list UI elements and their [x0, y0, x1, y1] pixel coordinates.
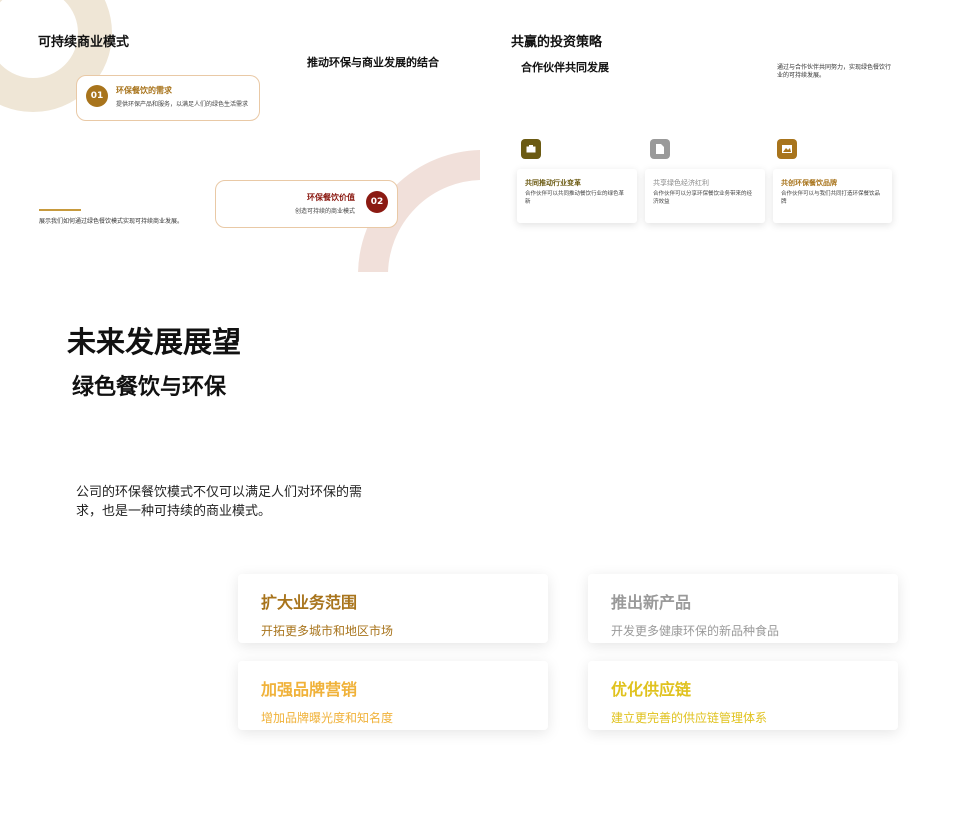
plan-card: 推出新产品 开发更多健康环保的新品种食品 [588, 574, 898, 643]
card-desc: 合作伙伴可以与我们共同打造环保餐饮品牌 [781, 191, 881, 205]
plan-card-body: 推出新产品 开发更多健康环保的新品种食品 [611, 589, 779, 639]
slide-subtitle: 推动环保与商业发展的结合 [307, 56, 439, 69]
image-icon [777, 139, 797, 159]
paragraph-line: 公司的环保餐饮模式不仅可以满足人们对环保的需 [76, 485, 363, 500]
card-title: 环保餐饮的需求 [116, 86, 172, 95]
caption: 展示我们如何通过绿色餐饮模式实现可持续商业发展。 [39, 218, 184, 225]
accent-rule [39, 209, 81, 211]
card-title: 共享绿色经济红利 [653, 179, 709, 187]
partner-card: 共同推动行业变革 合作伙伴可以共同推动餐饮行业的绿色革新 [517, 169, 637, 223]
plan-card: 扩大业务范围 开拓更多城市和地区市场 [238, 574, 548, 643]
plan-card-body: 优化供应链 建立更完善的供应链管理体系 [611, 676, 767, 726]
intro-paragraph: 公司的环保餐饮模式不仅可以满足人们对环保的需 求，也是一种可持续的商业模式。 [76, 483, 362, 521]
plan-card-body: 扩大业务范围 开拓更多城市和地区市场 [261, 589, 393, 639]
card-desc: 合作伙伴可以分享环保餐饮业务带来的经济效益 [653, 191, 753, 205]
number-badge: 02 [366, 191, 388, 213]
card-title: 加强品牌营销 [261, 680, 358, 699]
paragraph-line: 求，也是一种可持续的商业模式。 [76, 504, 272, 519]
card-desc: 开发更多健康环保的新品种食品 [611, 624, 780, 638]
plan-card: 加强品牌营销 增加品牌曝光度和知名度 [238, 661, 548, 730]
slide-subtitle: 合作伙伴共同发展 [521, 61, 609, 74]
document-icon [650, 139, 670, 159]
value-card: 环保餐饮价值 创造可持续的商业模式 02 [215, 180, 398, 228]
card-title: 扩大业务范围 [261, 593, 358, 612]
slide-title: 未来发展展望 [67, 325, 242, 359]
slide-title: 可持续商业模式 [38, 35, 130, 50]
card-title: 共创环保餐饮品牌 [781, 179, 837, 187]
card-desc: 增加品牌曝光度和知名度 [261, 711, 394, 725]
slide-future-outlook: 未来发展展望 绿色餐饮与环保 公司的环保餐饮模式不仅可以满足人们对环保的需 求，… [0, 272, 960, 816]
card-title: 共同推动行业变革 [525, 179, 581, 187]
card-desc: 合作伙伴可以共同推动餐饮行业的绿色革新 [525, 191, 625, 205]
slide-investment-strategy: 共赢的投资策略 合作伙伴共同发展 通过与合作伙伴共同努力，实现绿色餐饮行业的可持… [480, 0, 960, 272]
number-badge: 01 [86, 85, 108, 107]
card-desc: 提供环保产品和服务，以满足人们的绿色生活需求 [116, 101, 249, 108]
slide-sustainable-model: 可持续商业模式 推动环保与商业发展的结合 01 环保餐饮的需求 提供环保产品和服… [0, 0, 480, 272]
plan-card: 优化供应链 建立更完善的供应链管理体系 [588, 661, 898, 730]
card-desc: 开拓更多城市和地区市场 [261, 624, 394, 638]
card-title: 环保餐饮价值 [307, 193, 355, 202]
card-title: 优化供应链 [611, 680, 692, 699]
slide-subtitle: 绿色餐饮与环保 [72, 375, 227, 400]
plan-card-body: 加强品牌营销 增加品牌曝光度和知名度 [261, 676, 393, 726]
need-card: 01 环保餐饮的需求 提供环保产品和服务，以满足人们的绿色生活需求 [76, 75, 260, 121]
note-text: 通过与合作伙伴共同努力，实现绿色餐饮行业的可持续发展。 [777, 64, 892, 79]
card-desc: 创造可持续的商业模式 [294, 208, 355, 215]
slide-title: 共赢的投资策略 [511, 35, 603, 50]
partner-card: 共创环保餐饮品牌 合作伙伴可以与我们共同打造环保餐饮品牌 [773, 169, 892, 223]
card-desc: 建立更完善的供应链管理体系 [611, 711, 768, 725]
partner-card: 共享绿色经济红利 合作伙伴可以分享环保餐饮业务带来的经济效益 [645, 169, 765, 223]
briefcase-icon [521, 139, 541, 159]
card-title: 推出新产品 [611, 593, 692, 612]
